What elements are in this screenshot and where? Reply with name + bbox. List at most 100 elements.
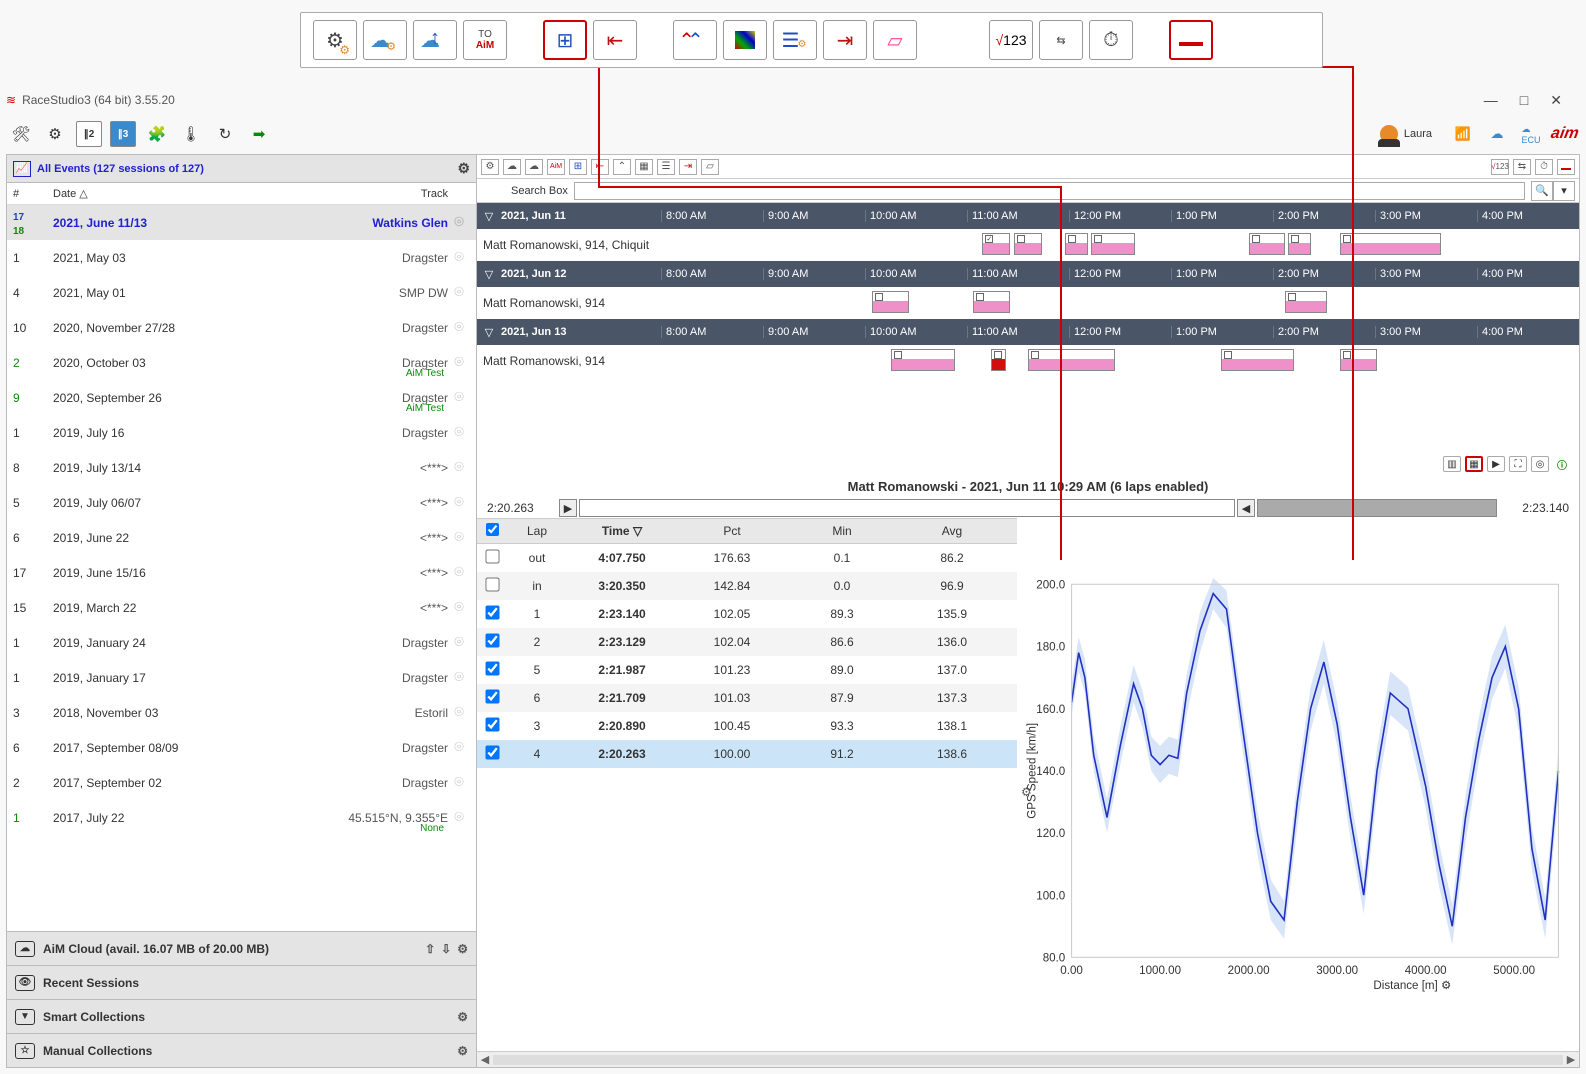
- xy-icon[interactable]: ⇆: [1039, 20, 1083, 60]
- col-date[interactable]: Date △: [53, 187, 368, 200]
- lap-row[interactable]: 12:23.140102.0589.3135.9: [477, 600, 1017, 628]
- slider-right-button[interactable]: ◀: [1237, 499, 1255, 517]
- chart-icon[interactable]: ⌃: [613, 159, 631, 175]
- sidebar-column-headers[interactable]: # Date △ Track: [7, 183, 476, 205]
- scroll-left-icon[interactable]: ◀: [477, 1053, 493, 1066]
- sidebar-row[interactable]: 32018, November 03Estoril⌾: [7, 695, 476, 730]
- colors-icon[interactable]: ▦: [635, 159, 653, 175]
- session-segment[interactable]: [1340, 233, 1441, 255]
- list-icon[interactable]: ☰: [657, 159, 675, 175]
- lap-checkbox[interactable]: [485, 633, 499, 647]
- timeline-day-header[interactable]: ▽2021, Jun 138:00 AM9:00 AM10:00 AM11:00…: [477, 319, 1579, 345]
- list-settings-icon[interactable]: ☰⚙: [773, 20, 817, 60]
- erase-icon[interactable]: ▱: [873, 20, 917, 60]
- session-segment[interactable]: [1091, 233, 1135, 255]
- gear-icon[interactable]: ⚙: [457, 160, 470, 177]
- sidebar-row[interactable]: 17182021, June 11/13Watkins Glen⌾: [7, 205, 476, 240]
- minimize-button[interactable]: —: [1484, 92, 1498, 109]
- erase-icon[interactable]: ▱: [701, 159, 719, 175]
- expand-icon[interactable]: ⛶: [1509, 456, 1527, 472]
- temp-icon[interactable]: 🌡: [178, 121, 204, 147]
- session-segment[interactable]: [891, 349, 955, 371]
- sidebar-row[interactable]: 62017, September 08/09Dragster⌾: [7, 730, 476, 765]
- export-icon[interactable]: ⇥: [679, 159, 697, 175]
- sidebar-row[interactable]: 92020, September 26Dragster⌾AiM Test: [7, 380, 476, 415]
- lap-row[interactable]: in3:20.350142.840.096.9: [477, 572, 1017, 600]
- maximize-button[interactable]: □: [1520, 92, 1528, 109]
- sidebar-row[interactable]: 12017, July 2245.515°N, 9.355°E⌾None: [7, 800, 476, 835]
- col-min[interactable]: Min: [787, 524, 897, 538]
- lap-table-header[interactable]: Lap Time ▽ Pct Min Avg: [477, 518, 1017, 544]
- cloud-bar[interactable]: ☁ AiM Cloud (avail. 16.07 MB of 20.00 MB…: [7, 931, 476, 965]
- forward-icon[interactable]: ➡: [246, 121, 272, 147]
- play-icon[interactable]: ▶: [1487, 456, 1505, 472]
- lap-checkbox[interactable]: [485, 577, 499, 591]
- session-segment[interactable]: [1065, 233, 1088, 255]
- dropdown-icon[interactable]: ▾: [1553, 181, 1575, 201]
- info-icon[interactable]: ⓘ: [1553, 456, 1571, 472]
- session-segment[interactable]: [1014, 233, 1042, 255]
- sidebar-row[interactable]: 12021, May 03Dragster⌾: [7, 240, 476, 275]
- colormap-icon[interactable]: [723, 20, 767, 60]
- wrench-icon[interactable]: 🛠: [8, 121, 34, 147]
- session-segment[interactable]: [1285, 291, 1326, 313]
- sidebar-row[interactable]: 22020, October 03Dragster⌾AiM Test: [7, 345, 476, 380]
- sidebar-row[interactable]: 42021, May 01SMP DW⌾: [7, 275, 476, 310]
- session-segment[interactable]: [1249, 233, 1286, 255]
- sidebar-row[interactable]: 22017, September 02Dragster⌾: [7, 765, 476, 800]
- timeline-day-header[interactable]: ▽2021, Jun 118:00 AM9:00 AM10:00 AM11:00…: [477, 203, 1579, 229]
- sidebar-row[interactable]: 12019, July 16Dragster⌾: [7, 415, 476, 450]
- puzzle-icon[interactable]: 🧩: [144, 121, 170, 147]
- col-avg[interactable]: Avg: [897, 524, 1007, 538]
- profile-small-icon[interactable]: [1557, 159, 1575, 175]
- slider-track[interactable]: [579, 499, 1235, 517]
- lap-checkbox[interactable]: [485, 661, 499, 675]
- timer-icon[interactable]: ⏱: [1535, 159, 1553, 175]
- lap-checkbox[interactable]: [485, 549, 499, 563]
- cloud-up-icon[interactable]: ☁: [525, 159, 543, 175]
- bars-icon[interactable]: ▥: [1443, 456, 1461, 472]
- cloud-icon[interactable]: ☁: [503, 159, 521, 175]
- settings-icon[interactable]: ⚙⚙: [313, 20, 357, 60]
- lap-checkbox[interactable]: [485, 689, 499, 703]
- lap-row[interactable]: 22:23.129102.0486.6136.0: [477, 628, 1017, 656]
- search-input[interactable]: [574, 182, 1525, 200]
- to-aim-icon[interactable]: TOAiM: [463, 20, 507, 60]
- settings-icon[interactable]: ⚙: [481, 159, 499, 175]
- lap-row[interactable]: 42:20.263100.0091.2138.6: [477, 740, 1017, 768]
- session-segment[interactable]: [1028, 349, 1115, 371]
- magnify-icon[interactable]: 🔍: [1531, 181, 1553, 201]
- wifi-icon[interactable]: 📶: [1450, 124, 1476, 144]
- session-segment[interactable]: [1288, 233, 1311, 255]
- session-segment[interactable]: ✓: [982, 233, 1010, 255]
- select-all-checkbox[interactable]: [486, 523, 499, 536]
- cloud-upload-icon[interactable]: ☁↑: [413, 20, 457, 60]
- session-segment[interactable]: [1221, 349, 1294, 371]
- col-lap[interactable]: Lap: [507, 524, 567, 538]
- lap-row[interactable]: 62:21.709101.0387.9137.3: [477, 684, 1017, 712]
- timeline-day-header[interactable]: ▽2021, Jun 128:00 AM9:00 AM10:00 AM11:00…: [477, 261, 1579, 287]
- up-icon[interactable]: ⇧: [425, 942, 435, 956]
- session-segment[interactable]: [872, 291, 909, 313]
- refresh-icon[interactable]: ↻: [212, 121, 238, 147]
- lap-row[interactable]: out4:07.750176.630.186.2: [477, 544, 1017, 572]
- col-pct[interactable]: Pct: [677, 524, 787, 538]
- gear-plus-icon[interactable]: ⚙: [42, 121, 68, 147]
- track-icon[interactable]: ◎: [1531, 456, 1549, 472]
- profile-icon[interactable]: [1169, 20, 1213, 60]
- scroll-right-icon[interactable]: ▶: [1563, 1053, 1579, 1066]
- gear-icon[interactable]: ⚙: [457, 1010, 468, 1024]
- sidebar-header[interactable]: 📈 All Events (127 sessions of 127) ⚙: [7, 155, 476, 183]
- stopwatch-icon[interactable]: ⏱: [1089, 20, 1133, 60]
- user-area[interactable]: Laura: [1380, 125, 1432, 143]
- session-segment[interactable]: [991, 349, 1006, 371]
- to-aim-icon[interactable]: AiM: [547, 159, 565, 175]
- lap-checkbox[interactable]: [485, 745, 499, 759]
- gear-icon[interactable]: ⚙: [457, 1044, 468, 1058]
- col-track[interactable]: Track: [368, 188, 448, 200]
- chart-overlay-icon[interactable]: ⌃⌃: [673, 20, 717, 60]
- sidebar-row[interactable]: 12019, January 17Dragster⌾: [7, 660, 476, 695]
- a2-icon[interactable]: ∥2: [76, 121, 102, 147]
- lap-row[interactable]: 52:21.987101.2389.0137.0: [477, 656, 1017, 684]
- slider-left-button[interactable]: ▶: [559, 499, 577, 517]
